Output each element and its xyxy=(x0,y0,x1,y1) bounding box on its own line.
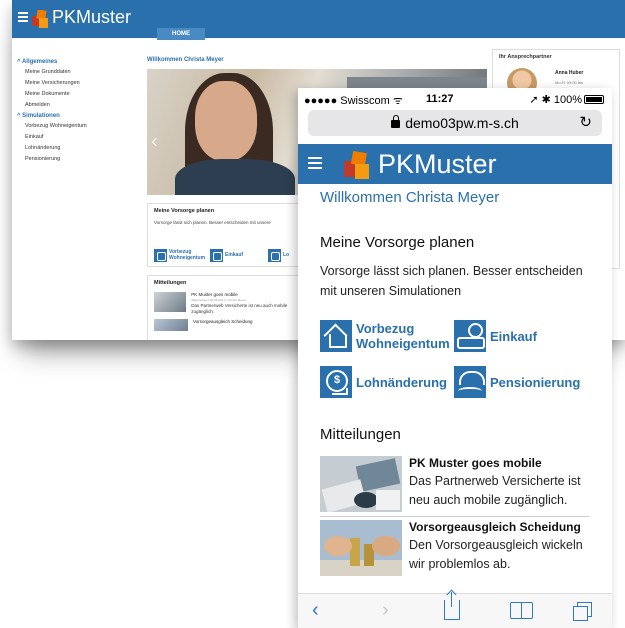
page-title: Willkommen Christa Meyer xyxy=(147,57,224,63)
vorsorge-panel: Meine Vorsorge planen Vorsorge lässt sic… xyxy=(147,203,312,267)
divider xyxy=(320,516,589,517)
mitteilungen-panel: Mitteilungen PK Muster goes mobile Allge… xyxy=(147,275,312,340)
news-text: Das Partnerweb Versicherte ist neu auch … xyxy=(191,303,288,314)
money-icon xyxy=(320,366,352,398)
section-title: Mitteilungen xyxy=(320,426,401,443)
mobile-header: PKMuster xyxy=(298,144,612,184)
clock: 11:27 xyxy=(426,93,454,105)
link-vorbezug-wohneigentum[interactable]: Vorbezug Wohneigentum xyxy=(320,320,450,352)
bookmarks-icon[interactable] xyxy=(510,602,533,619)
news-text: Das Partnerweb Versicherte ist neu auch … xyxy=(409,474,581,507)
sidebar-item[interactable]: Meine Versicherungen xyxy=(25,80,137,86)
news-title: Vorsorgeausgleich Scheidung xyxy=(193,319,253,324)
link-pensionierung[interactable]: Pensionierung xyxy=(454,366,580,398)
logo-icon xyxy=(32,10,48,28)
share-icon[interactable] xyxy=(444,592,460,620)
money-icon xyxy=(268,249,281,262)
news-title: PK Muster goes mobile xyxy=(409,456,542,470)
brand-name: PKMuster xyxy=(378,149,497,179)
tabs-icon[interactable] xyxy=(573,602,592,621)
news-item[interactable]: PK Muster goes mobile Das Partnerweb Ver… xyxy=(320,456,592,512)
menu-icon[interactable] xyxy=(308,157,322,171)
sidebar-item[interactable]: Vorbezug Wohneigentum xyxy=(25,123,137,129)
sidebar-item[interactable]: Abmelden xyxy=(25,102,137,108)
link-einkauf[interactable]: Einkauf xyxy=(210,249,243,262)
address-bar[interactable]: demo03pw.m-s.ch ↻ xyxy=(308,110,602,136)
panel-title: Meine Vorsorge planen xyxy=(154,208,215,214)
carrier-label: ●●●●● Swisscom ᯤ xyxy=(304,95,403,107)
panel-text: Vorsorge lässt sich planen. Besser entsc… xyxy=(154,220,271,225)
sidebar: ^ Allgemeines Meine Grunddaten Meine Ver… xyxy=(17,57,137,167)
hand-coin-icon xyxy=(210,249,223,262)
contact-hours: Mo-Fr 09:00 bis xyxy=(555,80,584,85)
sidebar-item[interactable]: Meine Grunddaten xyxy=(25,69,137,75)
battery-icon xyxy=(584,95,604,104)
panel-title: Ihr Ansprechpartner xyxy=(499,54,552,60)
news-thumbnail xyxy=(320,456,402,512)
url-text: demo03pw.m-s.ch xyxy=(405,115,519,131)
news-thumbnail xyxy=(320,520,402,576)
logo-icon xyxy=(344,151,369,179)
reload-icon[interactable]: ↻ xyxy=(579,113,592,131)
news-text: Den Vorsorgeausgleich wickeln wir proble… xyxy=(409,538,583,571)
news-title: Vorsorgeausgleich Scheidung xyxy=(409,520,581,534)
back-icon[interactable]: ‹ xyxy=(312,598,319,622)
news-title: PK Muster goes mobile xyxy=(191,292,238,297)
desktop-header: PKMuster HOME xyxy=(12,0,625,40)
panel-title: Mitteilungen xyxy=(154,280,187,286)
desktop-main: Willkommen Christa Meyer Meine Vorsorge … xyxy=(147,57,492,340)
lock-icon xyxy=(391,115,401,128)
beach-icon xyxy=(454,366,486,398)
menu-icon[interactable] xyxy=(18,12,28,22)
composite-stage: PKMuster HOME ^ Allgemeines Meine Grundd… xyxy=(0,0,625,628)
link-vorbezug[interactable]: Vorbezug Wohneigentum xyxy=(154,249,205,262)
sidebar-item[interactable]: Lohnänderung xyxy=(25,145,137,151)
news-item[interactable]: Vorsorgeausgleich Scheidung xyxy=(154,319,305,331)
sidebar-item[interactable]: Einkauf xyxy=(25,134,137,140)
house-icon xyxy=(154,249,167,262)
carousel-prev-icon[interactable] xyxy=(151,137,161,147)
news-item[interactable]: PK Muster goes mobile Allgemeines | 20.0… xyxy=(154,292,305,315)
safari-toolbar: ‹ › xyxy=(298,592,612,628)
tab-home[interactable]: HOME xyxy=(157,28,205,40)
sidebar-item[interactable]: Meine Dokumente xyxy=(25,91,137,97)
battery-label: ➚ ✱ 100% xyxy=(529,94,582,106)
forward-icon[interactable]: › xyxy=(382,598,389,622)
news-thumbnail xyxy=(154,319,188,331)
section-title: Meine Vorsorge planen xyxy=(320,234,475,251)
news-meta: Allgemeines | 20.06.2017 | Christa Meyer xyxy=(191,298,247,302)
hand-coin-icon xyxy=(454,320,486,352)
link-lohnaenderung[interactable]: Lohnänderung xyxy=(320,366,447,398)
contact-name: Anna Huber xyxy=(555,70,584,76)
page-title: Willkommen Christa Meyer xyxy=(320,189,500,206)
link-einkauf[interactable]: Einkauf xyxy=(454,320,537,352)
link-lohnaenderung[interactable]: Lo xyxy=(268,249,289,262)
sidebar-section-allgemeines[interactable]: ^ Allgemeines xyxy=(17,59,137,65)
brand-name: PKMuster xyxy=(52,7,132,27)
section-text: Vorsorge lässt sich planen. Besser entsc… xyxy=(320,264,583,298)
news-item[interactable]: Vorsorgeausgleich Scheidung Den Vorsorge… xyxy=(320,520,592,576)
sidebar-section-simulationen[interactable]: ^ Simulationen xyxy=(17,113,137,119)
house-icon xyxy=(320,320,352,352)
sidebar-item[interactable]: Pensionierung xyxy=(25,156,137,162)
news-thumbnail xyxy=(154,292,187,312)
mobile-screenshot: ●●●●● Swisscom ᯤ 11:27 ➚ ✱ 100% demo03pw… xyxy=(298,88,612,628)
status-bar: ●●●●● Swisscom ᯤ 11:27 ➚ ✱ 100% xyxy=(298,88,612,110)
